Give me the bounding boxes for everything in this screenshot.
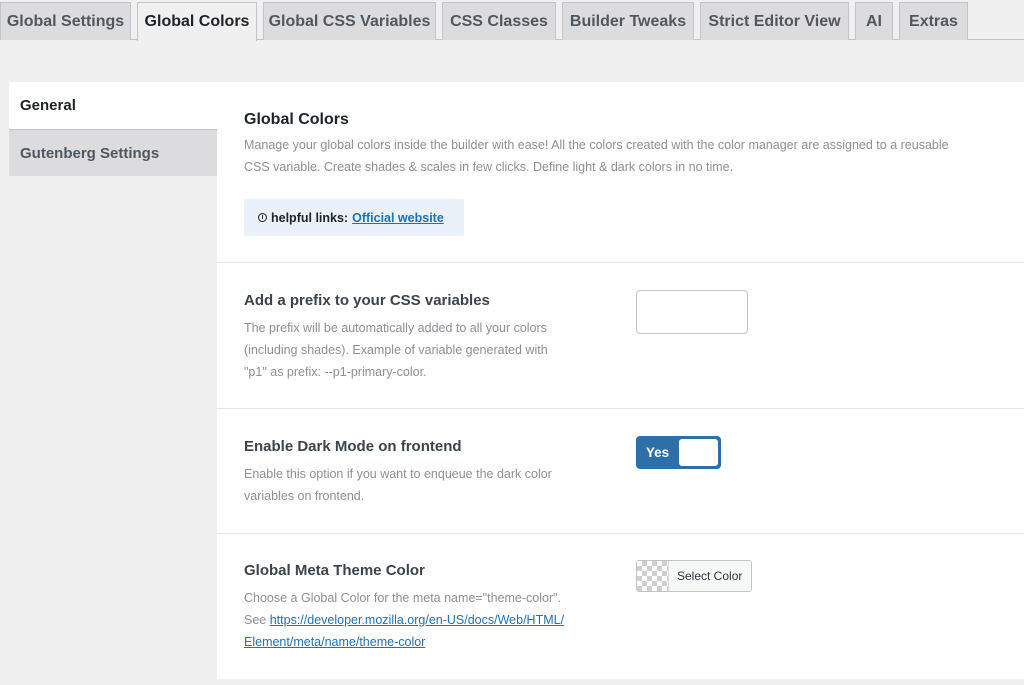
info-circle-icon: i xyxy=(258,213,267,222)
tab-global-colors[interactable]: Global Colors xyxy=(137,2,257,41)
sub-navigation: General Gutenberg Settings xyxy=(9,82,217,176)
subnav-item-general[interactable]: General xyxy=(9,82,217,129)
tab-strict-editor-view[interactable]: Strict Editor View xyxy=(700,2,849,40)
intro-description: Manage your global colors inside the bui… xyxy=(244,134,949,178)
page-title: Global Colors xyxy=(244,111,349,128)
toggle-knob xyxy=(679,439,718,466)
toggle-label: Yes xyxy=(645,445,670,460)
section-divider xyxy=(217,262,1024,263)
subnav-item-gutenberg-settings[interactable]: Gutenberg Settings xyxy=(9,129,217,176)
select-color-label: Select Color xyxy=(677,569,743,583)
tab-ai[interactable]: AI xyxy=(855,2,893,40)
mdn-theme-color-link-cont[interactable]: Element/meta/name/theme-color xyxy=(244,635,425,649)
meta-theme-description-line: See https://developer.mozilla.org/en-US/… xyxy=(244,609,564,631)
see-text: See xyxy=(244,613,270,627)
prefix-description-line: The prefix will be automatically added t… xyxy=(244,321,547,335)
dark-mode-description-line: variables on frontend. xyxy=(244,489,365,503)
prefix-description-line: "p1" as prefix: --p1-primary-color. xyxy=(244,365,427,379)
prefix-input[interactable] xyxy=(636,290,748,334)
tab-global-settings[interactable]: Global Settings xyxy=(0,2,131,40)
intro-description-line: Manage your global colors inside the bui… xyxy=(244,138,949,152)
official-website-link[interactable]: Official website xyxy=(352,211,444,225)
helpful-links-box: i helpful links: Official website xyxy=(244,199,464,236)
dark-mode-label: Enable Dark Mode on frontend xyxy=(244,438,462,455)
prefix-description-line: (including shades). Example of variable … xyxy=(244,343,548,357)
intro-description-line: CSS variable. Create shades & scales in … xyxy=(244,160,734,174)
transparent-swatch-icon xyxy=(637,561,669,591)
meta-theme-description: Choose a Global Color for the meta name=… xyxy=(244,587,564,653)
select-color-button[interactable]: Select Color xyxy=(636,560,752,592)
dark-mode-description-line: Enable this option if you want to enqueu… xyxy=(244,467,552,481)
dark-mode-description: Enable this option if you want to enqueu… xyxy=(244,463,552,507)
settings-panel: Global Colors Manage your global colors … xyxy=(217,82,1024,679)
meta-theme-description-line: Element/meta/name/theme-color xyxy=(244,631,564,653)
settings-tab-bar: Global Settings Global Colors Global CSS… xyxy=(0,0,1024,41)
helpful-links-label: helpful links: xyxy=(271,210,349,225)
tab-extras[interactable]: Extras xyxy=(899,2,968,40)
mdn-theme-color-link[interactable]: https://developer.mozilla.org/en-US/docs… xyxy=(270,613,564,627)
dark-mode-toggle[interactable]: Yes xyxy=(636,436,721,469)
prefix-description: The prefix will be automatically added t… xyxy=(244,317,548,383)
prefix-label: Add a prefix to your CSS variables xyxy=(244,292,490,309)
tab-global-css-variables[interactable]: Global CSS Variables xyxy=(263,2,436,40)
section-divider xyxy=(217,533,1024,534)
meta-theme-description-line: Choose a Global Color for the meta name=… xyxy=(244,591,562,605)
tab-css-classes[interactable]: CSS Classes xyxy=(442,2,556,40)
meta-theme-label: Global Meta Theme Color xyxy=(244,562,425,579)
tab-builder-tweaks[interactable]: Builder Tweaks xyxy=(562,2,694,40)
section-divider xyxy=(217,408,1024,409)
